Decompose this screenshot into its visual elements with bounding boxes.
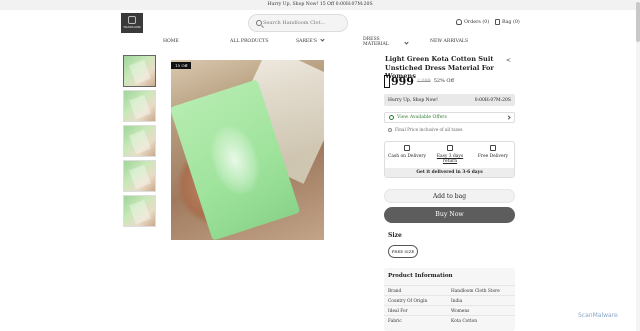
size-option-free[interactable]: FREE SIZE xyxy=(388,245,418,258)
logo-mark-icon xyxy=(128,16,136,24)
buy-now-button[interactable]: Buy Now xyxy=(384,207,515,223)
thumbnail-2[interactable] xyxy=(123,90,156,122)
search-input[interactable]: Search Handloom Clot... xyxy=(248,14,348,32)
info-value: Handloom Cloth Store xyxy=(451,289,500,294)
mrp-price: 2,099 xyxy=(416,78,431,84)
tax-note: Final Price inclusive of all taxes xyxy=(388,127,463,132)
thumbnail-3[interactable] xyxy=(123,125,156,157)
sale-price: 999 xyxy=(391,74,414,88)
nav-item-new-arrivals[interactable]: NEW ARRIVALS xyxy=(430,39,468,44)
view-offers-button[interactable]: View Available Offers xyxy=(384,112,515,123)
feature-returns[interactable]: Easy 3 days return xyxy=(430,145,470,164)
info-row: Ideal For Womens xyxy=(384,305,515,315)
size-label: Size xyxy=(388,232,402,239)
nav-item-dress-material[interactable]: DRESS MATERIAL xyxy=(363,37,389,47)
search-icon xyxy=(256,20,262,26)
bag-icon xyxy=(495,19,500,25)
chevron-right-icon xyxy=(506,115,511,120)
info-row: Brand Handloom Cloth Store xyxy=(384,285,515,295)
truck-icon xyxy=(490,145,496,151)
main-nav: HOME ALL PRODUCTS SAREE'S DRESS MATERIAL… xyxy=(0,36,640,49)
bag-link[interactable]: Bag (0) xyxy=(495,19,520,25)
chevron-down-icon xyxy=(320,37,325,42)
info-icon xyxy=(388,127,392,132)
bag-label: Bag (0) xyxy=(502,19,520,25)
discount-percent: 52% Off xyxy=(433,78,455,84)
thumbnail-4[interactable] xyxy=(123,160,156,192)
person-icon xyxy=(456,19,462,25)
info-row: Fabric Kota Cotton xyxy=(384,315,515,325)
nav-item-sarees[interactable]: SAREE'S xyxy=(296,37,325,44)
site-header: HANDLOOM Search Handloom Clot... Orders … xyxy=(0,10,640,36)
info-value: Womens xyxy=(451,309,470,314)
offer-check-icon xyxy=(389,115,394,120)
feature-cod: Cash on Delivery xyxy=(387,145,427,159)
hurry-banner: Hurry Up, Shop Now! 0:00H:07M:20S xyxy=(384,94,515,106)
store-logo[interactable]: HANDLOOM xyxy=(121,13,143,33)
product-info-panel: Product Information Brand Handloom Cloth… xyxy=(384,268,515,331)
announcement-bar: Hurry Up, Shop Now! 15 Off 0:00H:07M:20S xyxy=(0,0,640,10)
nav-item-all-products[interactable]: ALL PRODUCTS xyxy=(230,39,268,44)
orders-link[interactable]: Orders (0) xyxy=(456,19,489,25)
info-key: Ideal For xyxy=(388,309,408,314)
features-box: Cash on Delivery Easy 3 days return Free… xyxy=(384,141,515,178)
price-row: 999 2,099 52% Off xyxy=(384,74,454,88)
discount-tag: 15 Off xyxy=(171,62,192,69)
nav-sarees-label: SAREE'S xyxy=(296,39,318,44)
nav-dress-label-2: MATERIAL xyxy=(363,42,389,47)
info-key: Fabric xyxy=(388,319,402,324)
product-main-image[interactable] xyxy=(171,60,324,240)
info-value: India xyxy=(451,299,463,304)
orders-label: Orders (0) xyxy=(464,19,490,25)
thumbnail-5[interactable] xyxy=(123,195,156,227)
thumbnail-1[interactable] xyxy=(123,55,156,87)
add-to-bag-button[interactable]: Add to bag xyxy=(384,189,515,203)
feature-free-label: Free Delivery xyxy=(477,154,509,159)
info-key: Country Of Origin xyxy=(388,299,428,304)
hurry-label: Hurry Up, Shop Now! xyxy=(388,97,438,103)
scrollbar-thumb[interactable] xyxy=(636,2,640,42)
return-icon xyxy=(447,145,453,151)
product-info-title: Product Information xyxy=(388,273,453,279)
offers-label: View Available Offers xyxy=(397,115,447,120)
info-key: Brand xyxy=(388,289,402,294)
delivery-estimate: Get it delivered in 3-6 days xyxy=(385,168,514,177)
logo-text: HANDLOOM xyxy=(123,26,141,29)
feature-cod-label: Cash on Delivery xyxy=(388,154,426,159)
currency-icon xyxy=(384,74,390,88)
info-value: Kota Cotton xyxy=(451,319,478,324)
info-row: Country Of Origin India xyxy=(384,295,515,305)
watermark: ScanMalware xyxy=(578,312,618,319)
tax-note-text: Final Price inclusive of all taxes xyxy=(395,127,463,132)
page-scrollbar[interactable] xyxy=(636,0,640,331)
share-icon[interactable]: < xyxy=(506,57,511,64)
cash-icon xyxy=(404,145,410,151)
feature-returns-label: Easy 3 days return xyxy=(436,154,464,164)
nav-item-home[interactable]: HOME xyxy=(163,39,179,44)
search-placeholder: Search Handloom Clot... xyxy=(263,20,326,26)
feature-free-delivery: Free Delivery xyxy=(473,145,513,159)
chevron-down-icon[interactable] xyxy=(404,40,409,45)
countdown-timer: 0:00H:07M:20S xyxy=(474,97,511,103)
